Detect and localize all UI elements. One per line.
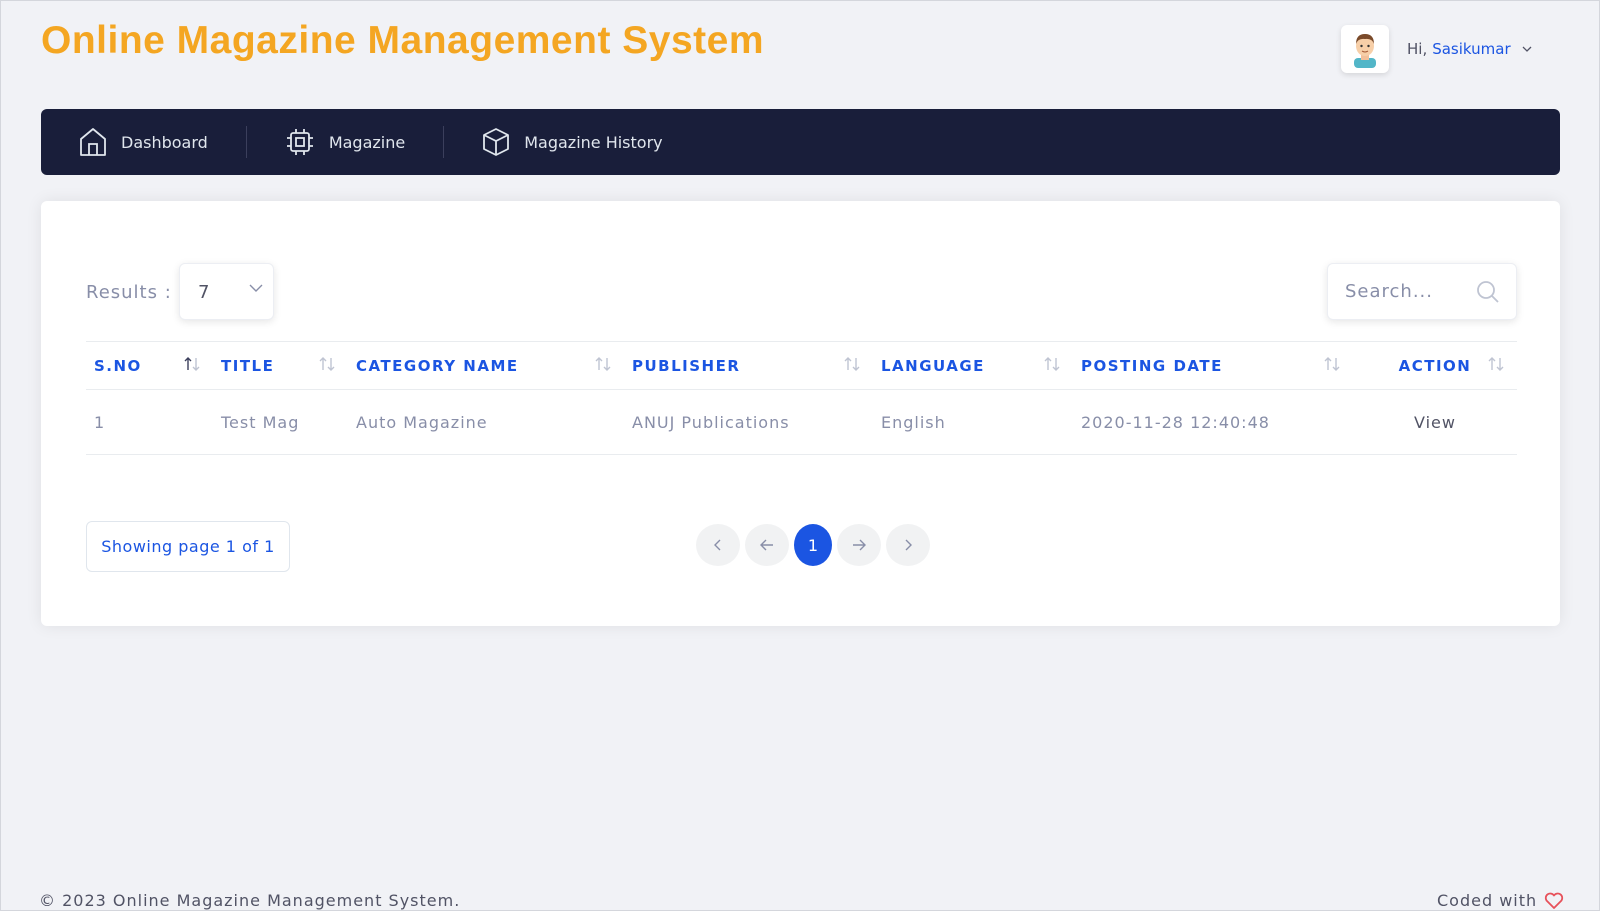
sort-icon[interactable] [318,355,336,373]
first-page-button[interactable] [696,524,740,566]
cell-category-name: Auto Magazine [348,389,624,455]
chevron-right-icon [901,538,915,552]
column-label: TITLE [221,356,275,375]
column-label: CATEGORY NAME [356,356,519,375]
column-label: POSTING DATE [1081,356,1223,375]
sort-icon[interactable] [1043,355,1061,373]
column-header-sno[interactable]: S.NO [86,341,213,390]
arrow-left-icon [759,538,775,552]
table-row: 1 Test Mag Auto Magazine ANUJ Publicatio… [86,389,1517,455]
main-navbar: Dashboard Magazine Magazine History [41,109,1560,175]
pagination: 1 [696,524,935,566]
results-value: 7 [198,282,210,303]
sort-icon[interactable] [594,355,612,373]
heart-icon [1544,892,1564,910]
results-label: Results : [86,282,172,303]
cpu-icon [285,127,315,157]
app-title: Online Magazine Management System [41,19,765,62]
greeting-text: Hi, [1407,40,1428,58]
arrow-right-icon [851,538,867,552]
prev-page-button[interactable] [745,524,789,566]
nav-label-magazine-history: Magazine History [524,132,663,152]
column-label: LANGUAGE [881,356,985,375]
chevron-down-icon [1521,43,1533,55]
cell-posting-date: 2020-11-28 12:40:48 [1073,389,1353,455]
avatar[interactable] [1341,25,1389,73]
nav-item-dashboard[interactable]: Dashboard [41,109,246,175]
chevron-down-icon [248,282,264,294]
view-link[interactable]: View [1353,389,1517,455]
search-input[interactable] [1328,264,1468,319]
user-greeting[interactable]: Hi, Sasikumar [1407,40,1533,58]
next-page-button[interactable] [837,524,881,566]
footer-copyright: © 2023 Online Magazine Management System… [39,891,461,910]
cell-sno: 1 [86,389,213,455]
sort-icon[interactable] [843,355,861,373]
magazine-table-card: Results : 7 S.NO TITLE CATEGORY NAME PU [41,201,1560,626]
search-icon[interactable] [1476,280,1500,304]
box-icon [482,127,510,157]
chevron-left-icon [711,538,725,552]
column-label: S.NO [94,356,142,375]
column-header-posting-date[interactable]: POSTING DATE [1073,341,1353,390]
column-header-action[interactable]: ACTION [1353,341,1517,390]
page-button-current[interactable]: 1 [794,524,832,566]
column-header-language[interactable]: LANGUAGE [873,341,1073,390]
sort-icon[interactable] [183,355,201,373]
nav-item-magazine-history[interactable]: Magazine History [444,109,700,175]
cell-publisher: ANUJ Publications [624,389,873,455]
sort-icon[interactable] [1323,355,1341,373]
footer-credit: Coded with [1437,891,1564,910]
sort-icon[interactable] [1487,355,1505,373]
column-label: ACTION [1398,356,1472,375]
column-label: PUBLISHER [632,356,741,375]
home-icon [79,127,107,157]
nav-label-dashboard: Dashboard [121,132,208,152]
user-avatar-icon [1354,34,1376,68]
coded-with-text: Coded with [1437,891,1538,910]
cell-language: English [873,389,1073,455]
nav-label-magazine: Magazine [328,132,406,152]
results-per-page-select[interactable]: 7 [179,263,274,320]
search-box [1327,263,1517,320]
table-header-row: S.NO TITLE CATEGORY NAME PUBLISHER LANGU… [86,341,1517,390]
user-name: Sasikumar [1432,40,1511,58]
column-header-title[interactable]: TITLE [213,341,348,390]
column-header-publisher[interactable]: PUBLISHER [624,341,873,390]
cell-title: Test Mag [213,389,348,455]
last-page-button[interactable] [886,524,930,566]
page-info: Showing page 1 of 1 [86,521,290,572]
column-header-category-name[interactable]: CATEGORY NAME [348,341,624,390]
user-menu[interactable]: Hi, Sasikumar [1341,25,1533,73]
magazine-table: S.NO TITLE CATEGORY NAME PUBLISHER LANGU… [86,341,1517,455]
nav-item-magazine[interactable]: Magazine [247,109,443,175]
